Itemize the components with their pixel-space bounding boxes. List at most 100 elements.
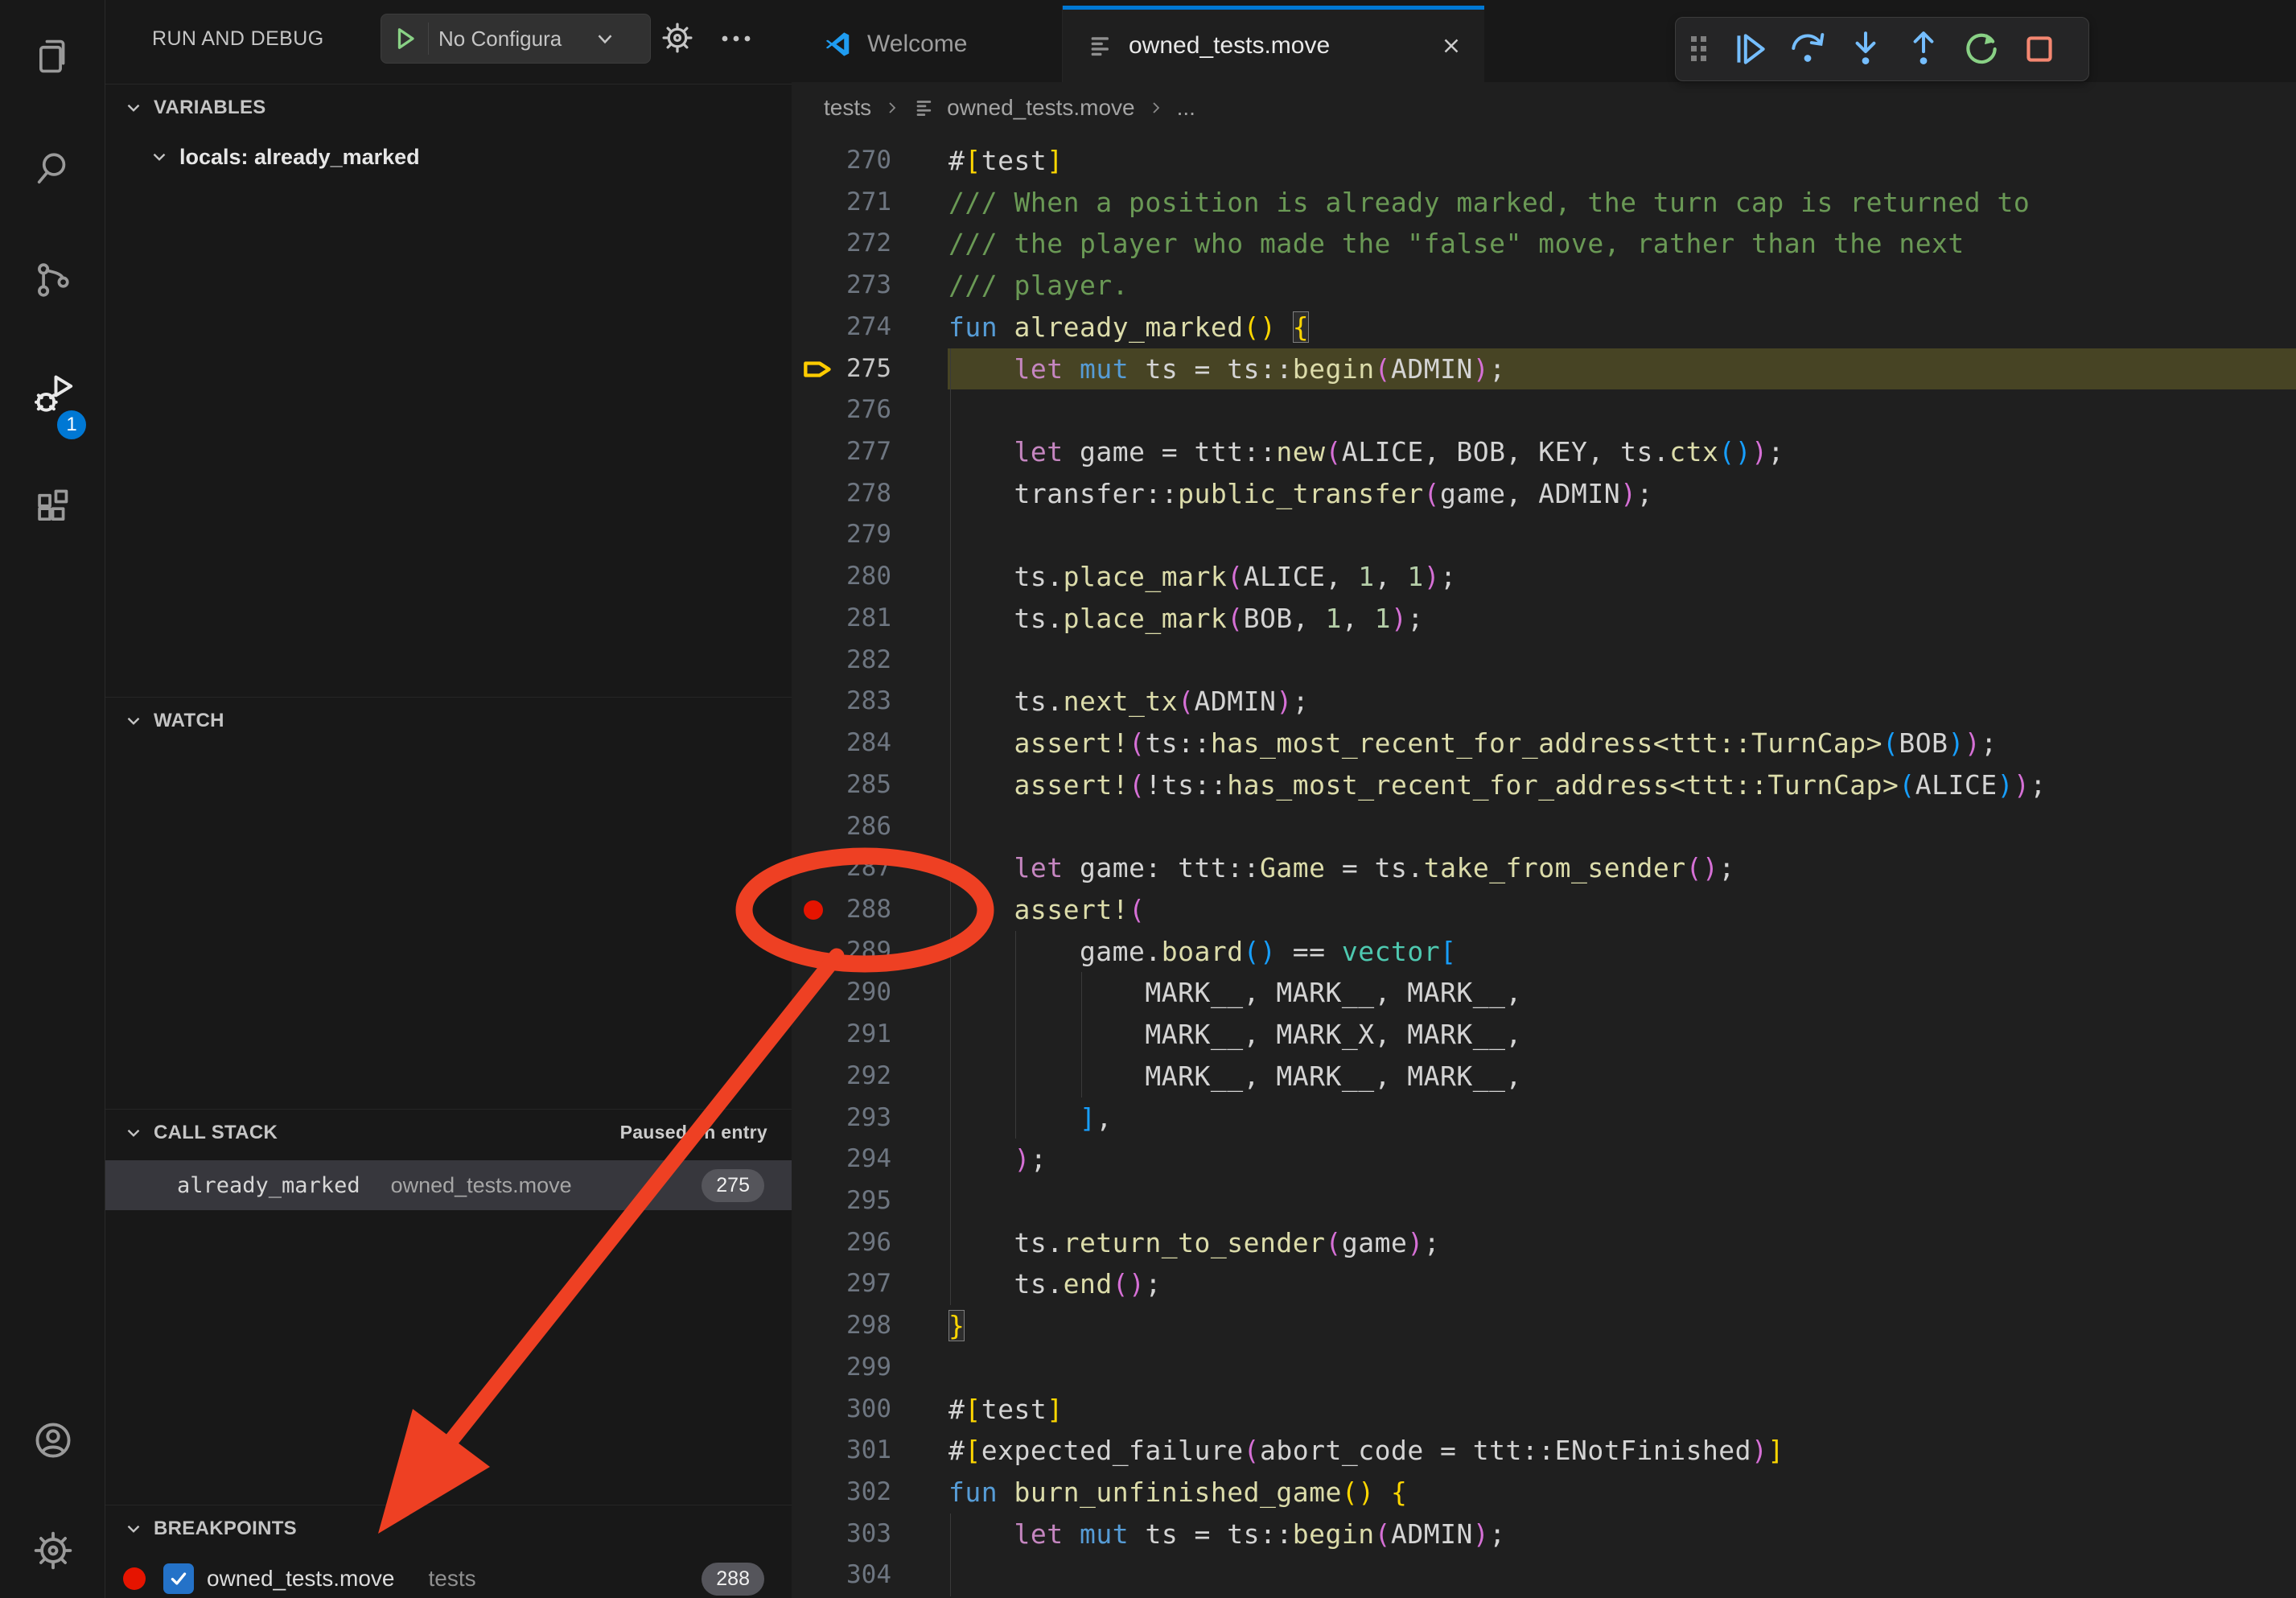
breadcrumb-folder[interactable]: tests [824, 95, 871, 121]
code-text[interactable]: let game = ttt::new(ALICE, BOB, KEY, ts.… [948, 431, 1784, 473]
line-number[interactable]: 286 [792, 806, 891, 848]
breadcrumb-symbol[interactable]: ... [1177, 95, 1195, 121]
code-line-298[interactable]: 298} [792, 1305, 2296, 1347]
code-text[interactable]: ts.end(); [948, 1263, 1162, 1305]
code-text[interactable]: assert!( [948, 889, 1145, 931]
restart-button[interactable] [1952, 21, 2010, 77]
line-number[interactable]: 287 [792, 847, 891, 889]
stop-button[interactable] [2010, 21, 2068, 77]
line-number[interactable]: 294 [792, 1139, 891, 1180]
line-number[interactable]: 282 [792, 640, 891, 682]
code-line-300[interactable]: 300 #[test] [792, 1389, 2296, 1431]
breakpoint-checkbox[interactable] [163, 1563, 194, 1594]
code-text[interactable]: let game: ttt::Game = ts.take_from_sende… [948, 847, 1735, 889]
code-line-280[interactable]: 280 ts.place_mark(ALICE, 1, 1); [792, 556, 2296, 598]
line-number[interactable]: 278 [792, 473, 891, 515]
line-number[interactable]: 272 [792, 223, 891, 265]
line-number[interactable]: 289 [792, 931, 891, 973]
code-text[interactable]: #[test] [948, 1389, 1064, 1431]
account-icon[interactable] [0, 1396, 105, 1485]
section-call-stack[interactable]: CALL STACK Paused on entry [105, 1109, 792, 1155]
code-text[interactable]: transfer::public_transfer(game, ADMIN); [948, 473, 1653, 515]
code-text[interactable]: assert!(!ts::has_most_recent_for_address… [948, 764, 2047, 806]
code-line-293[interactable]: 293 ], [792, 1098, 2296, 1139]
code-text[interactable]: let mut ts = ts::begin(ADMIN); [948, 348, 1506, 390]
line-number[interactable]: 293 [792, 1098, 891, 1139]
code-text[interactable]: fun burn_unfinished_game() { [948, 1472, 1407, 1514]
line-number[interactable]: 273 [792, 265, 891, 307]
step-over-button[interactable] [1779, 21, 1837, 77]
code-line-295[interactable]: 295 [792, 1180, 2296, 1222]
continue-button[interactable] [1721, 21, 1779, 77]
line-number[interactable]: 276 [792, 389, 891, 431]
code-text[interactable]: #[expected_failure(abort_code = ttt::ENo… [948, 1430, 1784, 1472]
explorer-icon[interactable] [0, 12, 105, 101]
line-number[interactable]: 301 [792, 1430, 891, 1472]
tab-welcome[interactable]: Welcome [798, 6, 1063, 82]
line-number[interactable]: 290 [792, 972, 891, 1014]
code-line-273[interactable]: 273/// player. [792, 265, 2296, 307]
line-number[interactable]: 300 [792, 1389, 891, 1431]
code-text[interactable]: ], [948, 1098, 1113, 1139]
code-text[interactable]: ); [948, 1139, 1047, 1180]
code-text[interactable]: ts.return_to_sender(game); [948, 1222, 1440, 1264]
line-number[interactable]: 274 [792, 307, 891, 348]
code-text[interactable]: let mut ts = ts::begin(ADMIN); [948, 1514, 1506, 1555]
code-text[interactable]: assert!(ts::has_most_recent_for_address<… [948, 723, 1998, 764]
line-number[interactable]: 292 [792, 1056, 891, 1098]
code-line-287[interactable]: 287 let game: ttt::Game = ts.take_from_s… [792, 847, 2296, 889]
line-number[interactable]: 299 [792, 1347, 891, 1389]
code-text[interactable]: ts.next_tx(ADMIN); [948, 681, 1309, 723]
line-number[interactable]: 283 [792, 681, 891, 723]
code-text[interactable]: MARK__, MARK_X, MARK__, [948, 1014, 1522, 1056]
line-number[interactable]: 297 [792, 1263, 891, 1305]
section-variables[interactable]: VARIABLES [105, 84, 792, 130]
line-number[interactable]: 280 [792, 556, 891, 598]
code-line-279[interactable]: 279 [792, 514, 2296, 556]
code-line-281[interactable]: 281 ts.place_mark(BOB, 1, 1); [792, 598, 2296, 640]
code-line-297[interactable]: 297 ts.end(); [792, 1263, 2296, 1305]
close-icon[interactable] [1439, 34, 1463, 58]
code-line-296[interactable]: 296 ts.return_to_sender(game); [792, 1222, 2296, 1264]
step-into-button[interactable] [1837, 21, 1895, 77]
line-number[interactable]: 298 [792, 1305, 891, 1347]
settings-gear-icon[interactable] [0, 1506, 105, 1595]
code-line-285[interactable]: 285 assert!(!ts::has_most_recent_for_add… [792, 764, 2296, 806]
code-line-301[interactable]: 301 #[expected_failure(abort_code = ttt::… [792, 1430, 2296, 1472]
code-area[interactable]: 270#[test]271/// When a position is alre… [792, 134, 2296, 1598]
line-number[interactable]: 277 [792, 431, 891, 473]
launch-config-dropdown[interactable]: No Configura [381, 14, 651, 64]
line-number[interactable]: 285 [792, 764, 891, 806]
code-line-289[interactable]: 289 game.board() == vector[ [792, 931, 2296, 973]
line-number[interactable]: 303 [792, 1514, 891, 1555]
code-line-283[interactable]: 283 ts.next_tx(ADMIN); [792, 681, 2296, 723]
drag-grip-icon[interactable] [1689, 31, 1710, 67]
code-text[interactable]: #[test] [948, 140, 1064, 182]
code-line-278[interactable]: 278 transfer::public_transfer(game, ADMI… [792, 473, 2296, 515]
step-out-button[interactable] [1895, 21, 1952, 77]
line-number[interactable]: 288 [792, 889, 891, 931]
breadcrumb-file[interactable]: owned_tests.move [947, 95, 1134, 121]
code-text[interactable]: /// the player who made the "false" move… [948, 223, 1965, 265]
debug-settings-gear-icon[interactable] [659, 19, 696, 56]
code-line-304[interactable]: 304 [792, 1555, 2296, 1596]
source-control-icon[interactable] [0, 236, 105, 324]
code-line-271[interactable]: 271/// When a position is already marked… [792, 182, 2296, 224]
code-line-292[interactable]: 292 MARK__, MARK__, MARK__, [792, 1056, 2296, 1098]
line-number[interactable]: 270 [792, 140, 891, 182]
code-line-276[interactable]: 276 [792, 389, 2296, 431]
more-actions-icon[interactable] [718, 32, 754, 45]
line-number[interactable]: 291 [792, 1014, 891, 1056]
section-breakpoints[interactable]: BREAKPOINTS [105, 1505, 792, 1551]
code-text[interactable]: MARK__, MARK__, MARK__, [948, 972, 1522, 1014]
code-text[interactable]: ts.place_mark(ALICE, 1, 1); [948, 556, 1456, 598]
line-number[interactable]: 296 [792, 1222, 891, 1264]
code-text[interactable]: } [948, 1305, 965, 1347]
code-line-282[interactable]: 282 [792, 640, 2296, 682]
code-line-299[interactable]: 299 [792, 1347, 2296, 1389]
code-line-291[interactable]: 291 MARK__, MARK_X, MARK__, [792, 1014, 2296, 1056]
code-text[interactable]: fun already_marked() { [948, 307, 1309, 348]
code-text[interactable]: game.board() == vector[ [948, 931, 1456, 973]
code-line-302[interactable]: 302fun burn_unfinished_game() { [792, 1472, 2296, 1514]
code-text[interactable]: MARK__, MARK__, MARK__, [948, 1056, 1522, 1098]
